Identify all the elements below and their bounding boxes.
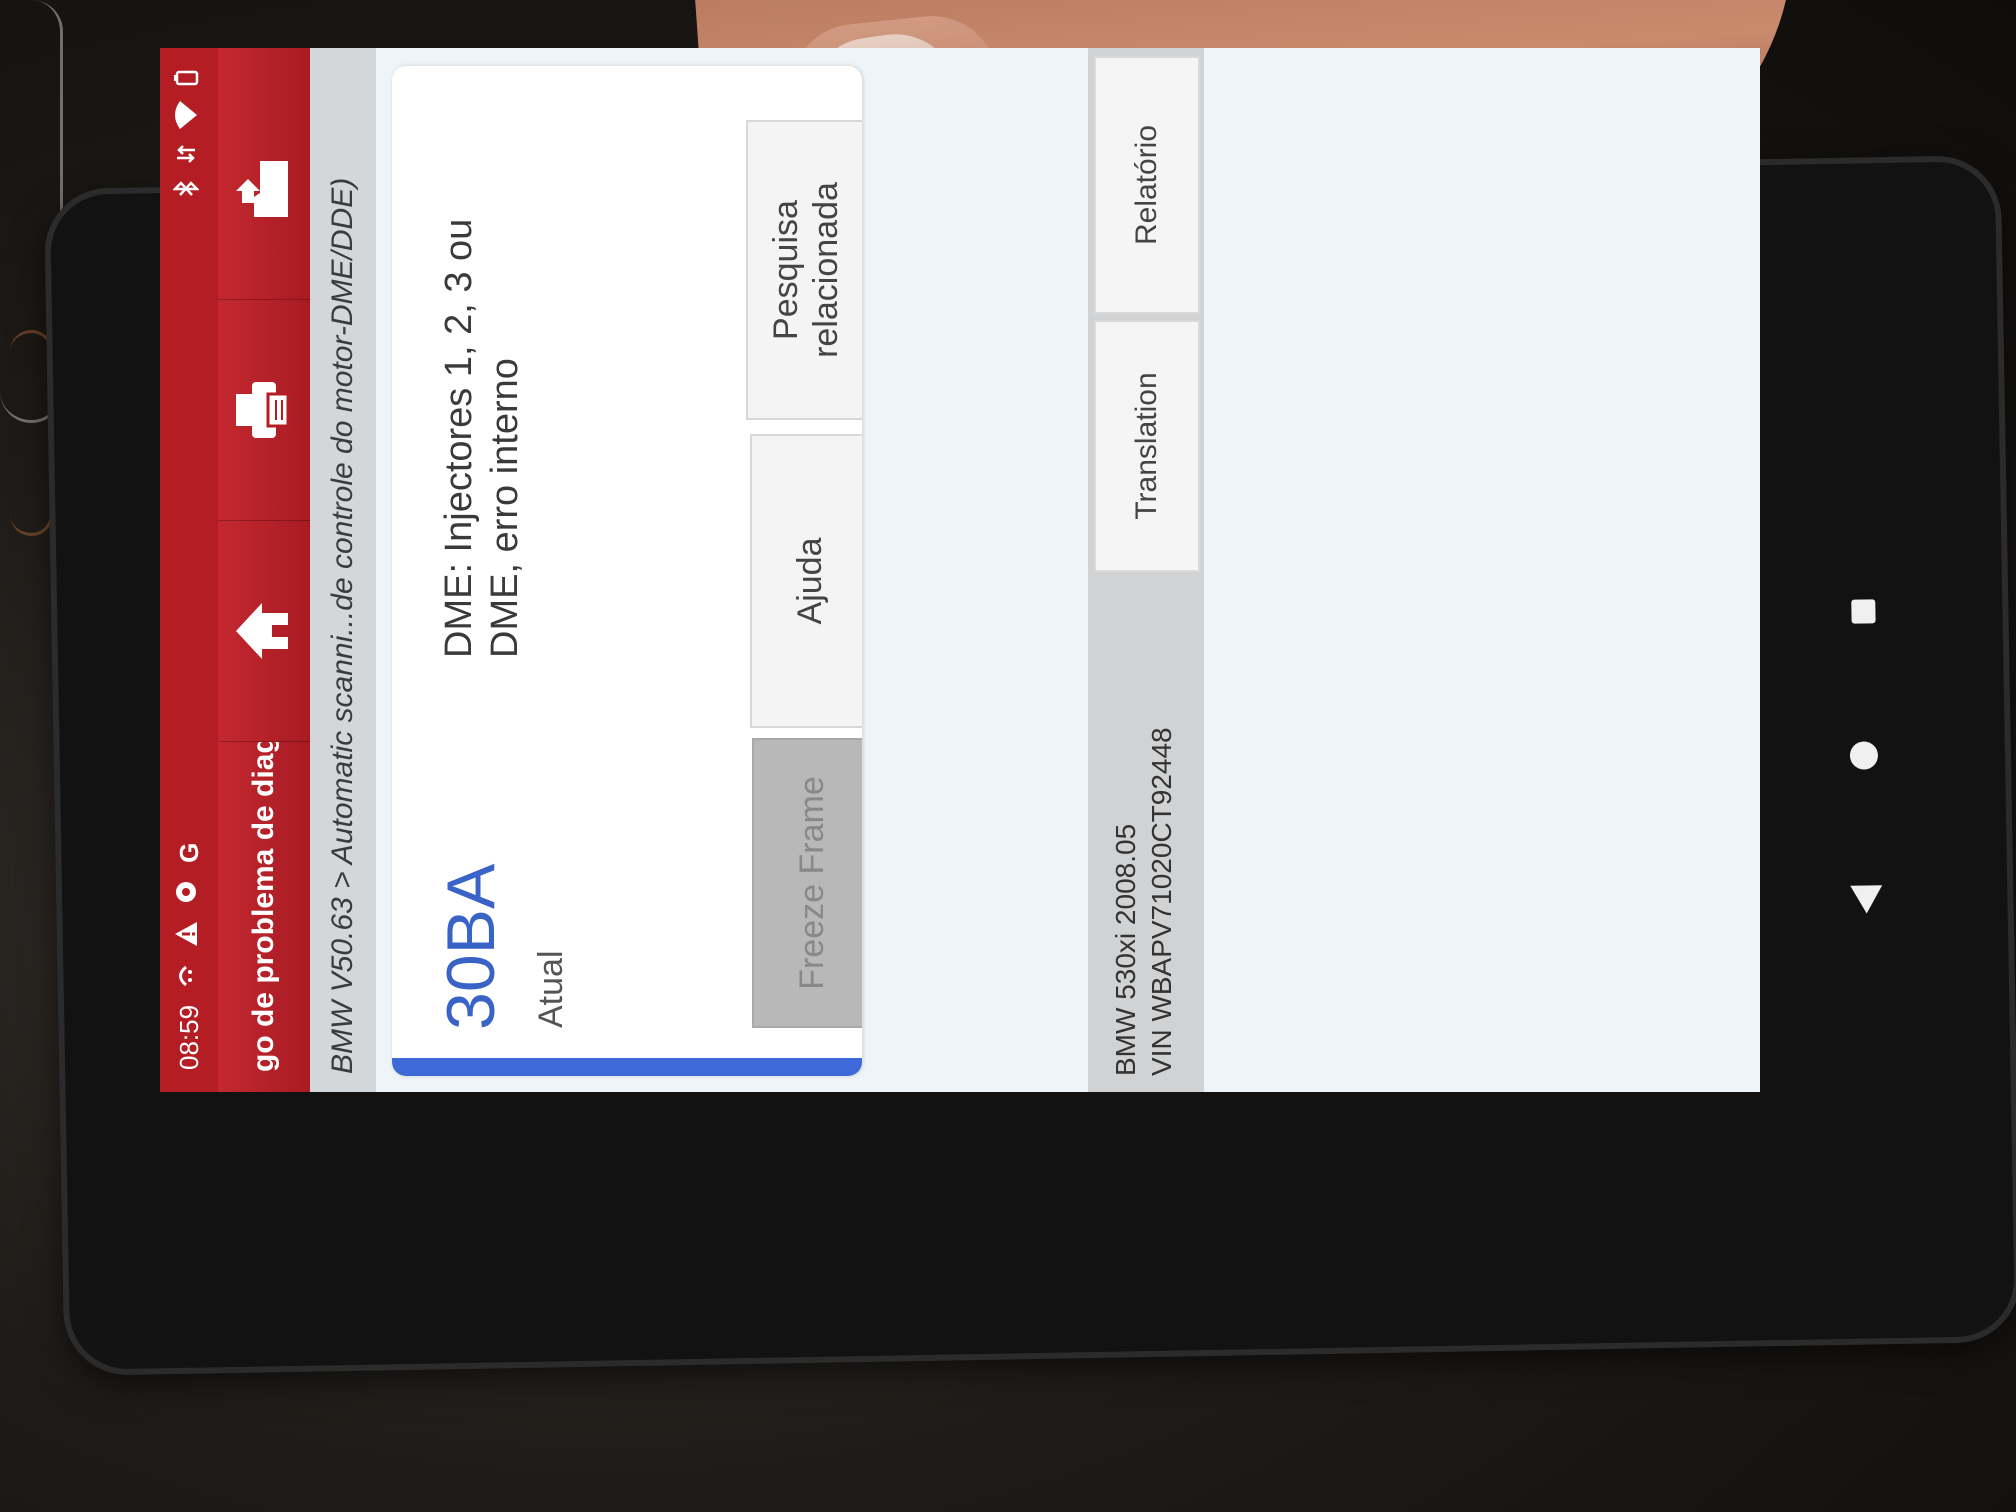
data-icon bbox=[173, 144, 206, 164]
fault-card: 30BA Atual DME: Injectores 1, 2, 3 ou DM… bbox=[392, 66, 862, 1076]
related-search-label: Pesquisa bbox=[767, 200, 805, 340]
warning-icon bbox=[173, 921, 206, 947]
page-title: go de problema de diagnóstic bbox=[247, 742, 280, 1072]
report-button[interactable]: Relatório bbox=[1094, 56, 1200, 314]
freeze-frame-button[interactable]: Freeze Frame bbox=[752, 738, 862, 1028]
related-search-button[interactable]: Pesquisa relacionada bbox=[746, 120, 862, 420]
wifi-icon bbox=[173, 100, 206, 130]
card-accent bbox=[392, 1058, 862, 1076]
vehicle-model: BMW 530xi 2008.05 bbox=[1110, 823, 1141, 1076]
bottom-bar: BMW 530xi 2008.05 VIN WBAPV71020CT92448 … bbox=[1088, 48, 1204, 1092]
status-bar: 08:59 G bbox=[160, 48, 218, 1092]
fault-description-line: DME: Injectores 1, 2, 3 ou bbox=[438, 218, 480, 658]
fault-description-line: DME, erro interno bbox=[484, 358, 526, 658]
usb-debug-icon bbox=[173, 963, 206, 989]
clock: 08:59 bbox=[173, 1004, 204, 1070]
export-button[interactable] bbox=[218, 79, 310, 300]
battery-icon bbox=[173, 70, 206, 86]
app-screen: 08:59 G go de problema de diagnóstic BMW… bbox=[160, 48, 1760, 1092]
home-icon bbox=[234, 601, 295, 661]
back-icon[interactable] bbox=[1850, 885, 1883, 914]
fault-code: 30BA bbox=[433, 863, 509, 1030]
fault-description: DME: Injectores 1, 2, 3 ou DME, erro int… bbox=[436, 98, 528, 658]
background-cable bbox=[10, 330, 53, 536]
recents-icon[interactable] bbox=[1851, 599, 1876, 624]
help-button[interactable]: Ajuda bbox=[750, 434, 862, 728]
home-button[interactable] bbox=[218, 521, 310, 742]
print-button[interactable] bbox=[218, 300, 310, 521]
google-icon: G bbox=[173, 842, 204, 863]
breadcrumb: BMW V50.63 > Automatic scanni...de contr… bbox=[310, 48, 376, 1092]
export-icon bbox=[232, 157, 297, 221]
vehicle-vin: VIN WBAPV71020CT92448 bbox=[1146, 727, 1177, 1076]
sync-icon bbox=[173, 879, 206, 905]
bluetooth-icon bbox=[171, 178, 206, 200]
print-icon bbox=[234, 378, 295, 442]
translation-button[interactable]: Translation bbox=[1094, 320, 1200, 572]
vehicle-info: BMW 530xi 2008.05 VIN WBAPV71020CT92448 bbox=[1108, 727, 1180, 1076]
fault-status: Atual bbox=[532, 950, 570, 1029]
related-search-label: relacionada bbox=[807, 182, 845, 358]
app-toolbar: go de problema de diagnóstic bbox=[218, 48, 310, 1092]
home-nav-icon[interactable] bbox=[1849, 741, 1879, 770]
